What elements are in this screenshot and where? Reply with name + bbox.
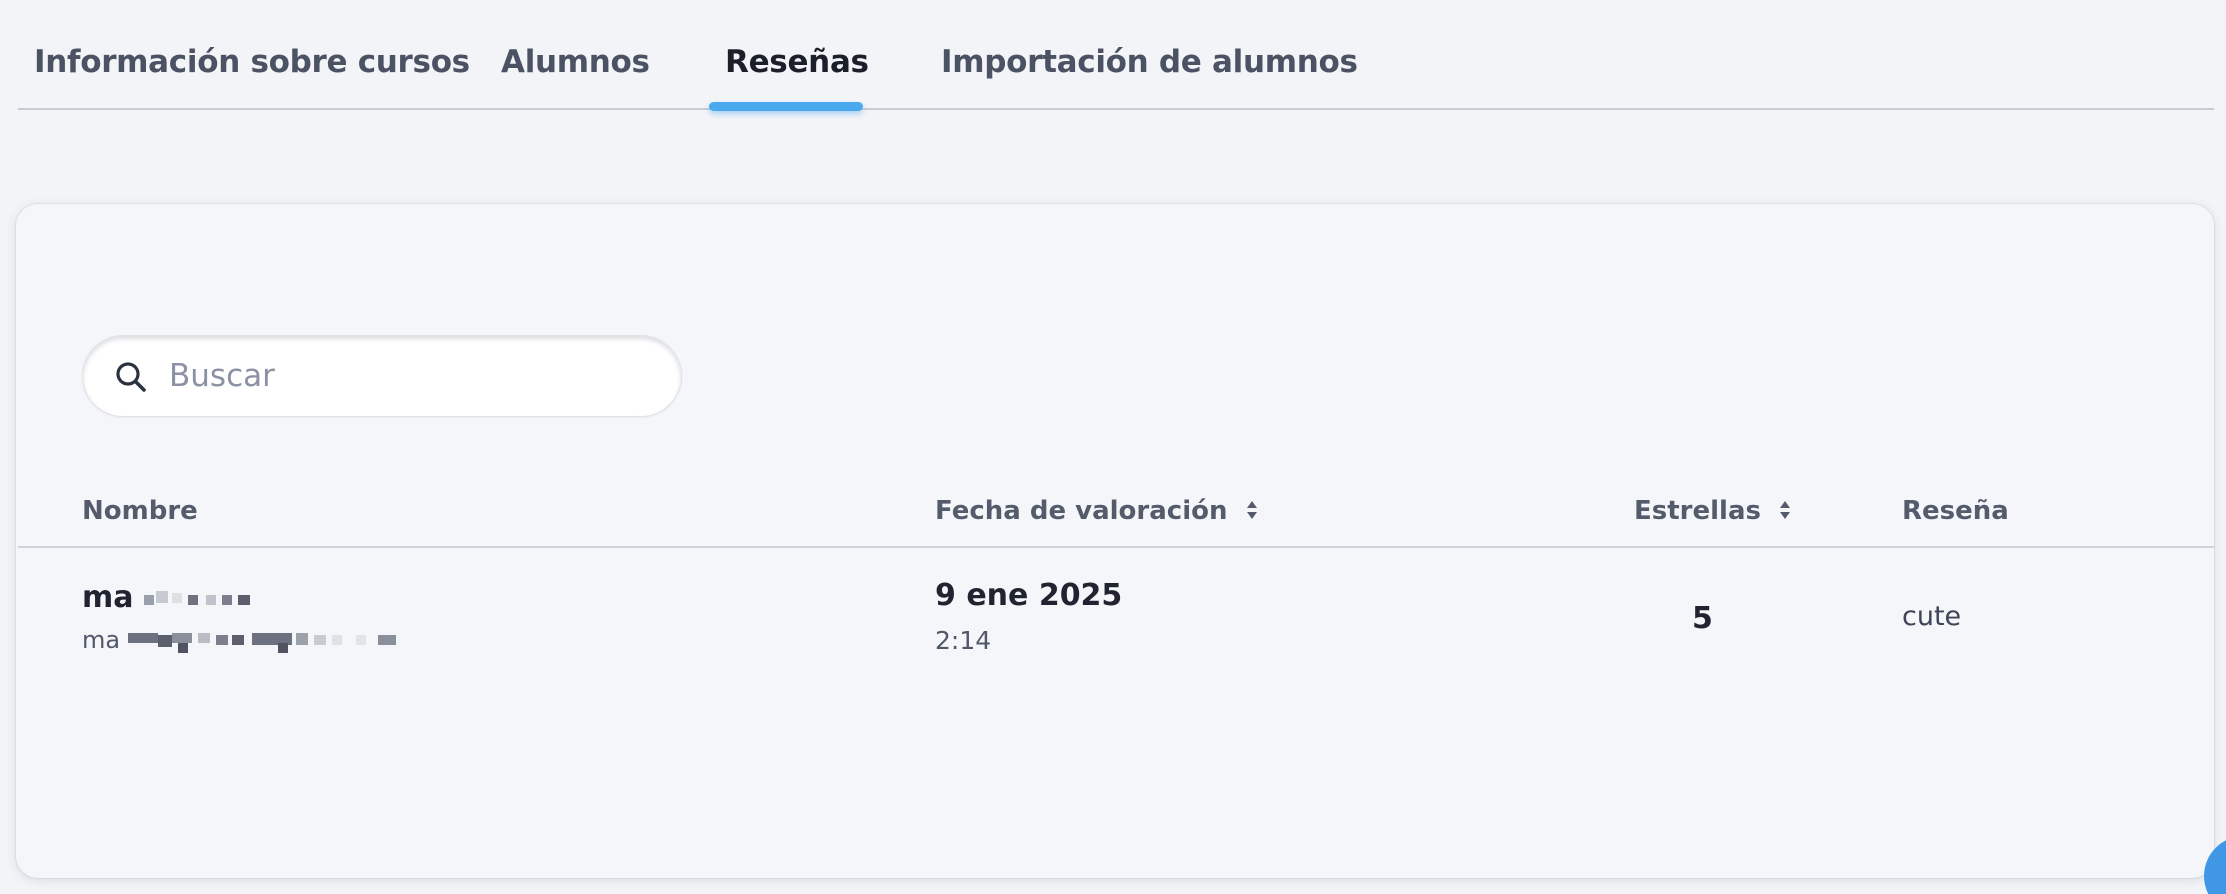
sort-icon[interactable] (1245, 498, 1259, 522)
column-header-date-label: Fecha de valoración (935, 496, 1228, 526)
reviewer-name: ma (82, 580, 294, 615)
table-header-divider (18, 546, 2214, 548)
review-time: 2:14 (935, 626, 992, 655)
reviewer-name-text: ma (82, 580, 134, 615)
search-icon (116, 362, 146, 392)
column-header-stars[interactable]: Estrellas (1634, 496, 1792, 526)
column-header-stars-label: Estrellas (1634, 496, 1761, 526)
column-header-name: Nombre (82, 496, 198, 526)
reviewer-email-text: ma (82, 626, 121, 654)
reviews-page: Información sobre cursos Alumnos Reseñas… (0, 0, 2226, 894)
reviewer-email: ma (82, 626, 478, 655)
review-date: 9 ene 2025 (935, 578, 1123, 613)
tab-reviews[interactable]: Reseñas (725, 44, 869, 80)
search-box[interactable] (82, 335, 682, 417)
tab-students[interactable]: Alumnos (501, 44, 650, 80)
column-header-review: Reseña (1902, 496, 2009, 526)
tab-student-import[interactable]: Importación de alumnos (941, 44, 1358, 80)
column-header-review-label: Reseña (1902, 496, 2009, 526)
review-text: cute (1902, 601, 1962, 632)
redacted-name-pixelation (143, 590, 250, 605)
reviews-card (16, 204, 2214, 878)
tab-bar: Información sobre cursos Alumnos Reseñas… (18, 0, 2214, 111)
sort-icon[interactable] (1778, 498, 1792, 522)
column-header-name-label: Nombre (82, 496, 198, 526)
search-input[interactable] (169, 346, 649, 406)
column-header-date[interactable]: Fecha de valoración (935, 496, 1259, 526)
redacted-email-pixelation (127, 633, 396, 653)
review-stars: 5 (1692, 601, 1713, 636)
tab-course-info[interactable]: Información sobre cursos (34, 44, 470, 80)
active-tab-indicator (709, 102, 863, 111)
